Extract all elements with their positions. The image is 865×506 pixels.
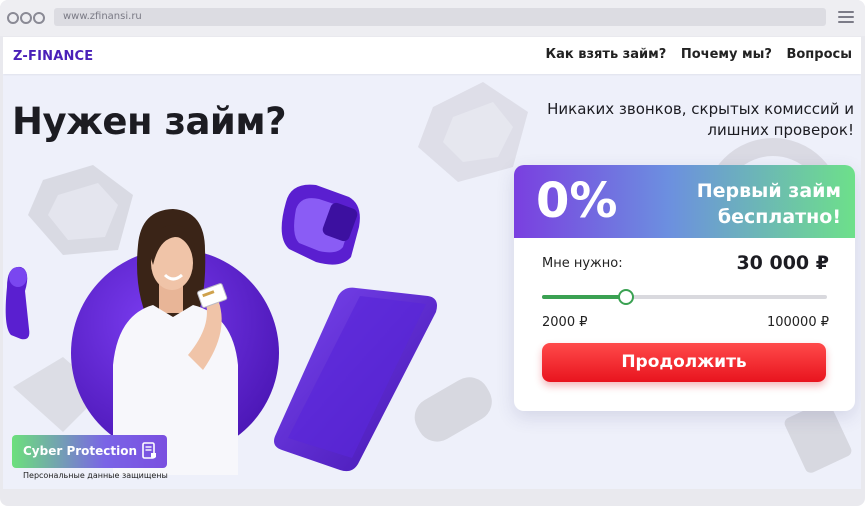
- window-dot-icon[interactable]: [33, 12, 45, 24]
- logo-text: Z-FINANCE: [13, 49, 94, 64]
- badge-subtitle: Персональные данные защищены: [23, 471, 168, 480]
- amount-value: 30 000 ₽: [736, 252, 829, 274]
- top-navbar: Z-FINANCE Как взять займ? Почему мы? Воп…: [3, 37, 861, 74]
- offer-banner: 0% Первый займ бесплатно!: [514, 165, 855, 238]
- nav-link-faq[interactable]: Вопросы: [786, 47, 852, 62]
- smartwatch-icon: [281, 184, 360, 265]
- earbuds-icon: [5, 266, 30, 340]
- amount-label: Мне нужно:: [542, 256, 623, 271]
- tagline-line: Никаких звонков, скрытых комиссий и: [547, 100, 854, 118]
- browser-window: www.zfinansi.ru Z-FINANCE Как взять займ…: [0, 0, 865, 506]
- interest-rate: 0%: [536, 173, 618, 229]
- nav-link-how[interactable]: Как взять займ?: [546, 47, 667, 62]
- offer-line: Первый займ: [696, 180, 841, 202]
- hamburger-menu-icon[interactable]: [838, 11, 854, 23]
- continue-button[interactable]: Продолжить: [542, 343, 826, 382]
- window-dot-icon[interactable]: [20, 12, 32, 24]
- nav-links: Как взять займ? Почему мы? Вопросы: [536, 47, 852, 62]
- amount-slider[interactable]: [542, 289, 827, 305]
- window-dot-icon[interactable]: [7, 12, 19, 24]
- slider-min-label: 2000 ₽: [542, 315, 588, 330]
- slider-fill: [542, 295, 625, 299]
- brand-logo[interactable]: Z-FINANCE: [13, 49, 93, 64]
- loan-card: 0% Первый займ бесплатно! Мне нужно: 30 …: [514, 165, 855, 411]
- slider-max-label: 100000 ₽: [766, 315, 829, 330]
- offer-line: бесплатно!: [717, 206, 841, 228]
- web-page: Z-FINANCE Как взять займ? Почему мы? Воп…: [3, 37, 861, 489]
- address-bar[interactable]: www.zfinansi.ru: [54, 8, 826, 26]
- browser-toolbar: www.zfinansi.ru: [0, 0, 865, 36]
- hero-title: Нужен займ?: [12, 100, 287, 143]
- cyber-protection-badge: Cyber Protection: [12, 435, 167, 468]
- phone-icon: [274, 287, 437, 472]
- slider-thumb[interactable]: [617, 289, 634, 305]
- nav-link-why[interactable]: Почему мы?: [681, 47, 772, 62]
- hero-tagline: Никаких звонков, скрытых комиссий и лишн…: [534, 99, 854, 141]
- secure-document-icon: [142, 442, 156, 459]
- offer-text: Первый займ бесплатно!: [697, 178, 841, 230]
- tagline-line: лишних проверок!: [707, 121, 854, 139]
- badge-label: Cyber Protection: [23, 444, 138, 458]
